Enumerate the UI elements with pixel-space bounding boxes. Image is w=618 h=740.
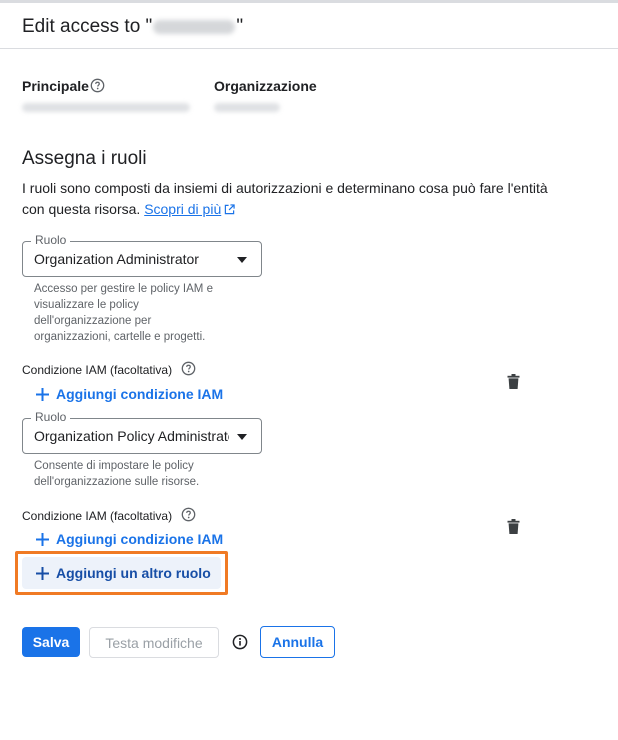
add-iam-condition-1-button[interactable]: Aggiungi condizione IAM	[36, 386, 223, 402]
learn-more-label: Scopri di più	[144, 201, 222, 217]
helper-line: visualizzare le policy	[34, 299, 139, 311]
add-condition-label: Aggiungi condizione IAM	[56, 531, 224, 547]
edit-access-dialog: Edit access to " " Principale Organizzazi…	[0, 0, 618, 740]
add-iam-condition-2-button[interactable]: Aggiungi condizione IAM	[36, 531, 223, 547]
plus-icon	[36, 566, 49, 580]
role-field-label: Ruolo	[31, 410, 71, 424]
add-role-label: Aggiungi un altro ruolo	[56, 565, 211, 581]
assign-roles-title: Assegna i ruoli	[22, 148, 147, 169]
helper-line: organizzazioni, cartelle e progetti.	[34, 331, 206, 343]
role-1-description: Accesso per gestire le policy IAM e visu…	[34, 281, 213, 345]
save-button[interactable]: Salva	[22, 627, 80, 657]
dropdown-arrow-icon	[237, 257, 247, 263]
helper-line: Consente di impostare le policy	[34, 460, 194, 472]
description-text: I ruoli sono composti da insiemi di auto…	[22, 180, 548, 217]
role-select-1[interactable]: Ruolo Organization Administrator	[22, 233, 262, 277]
redacted-organization-value	[214, 103, 280, 112]
help-circle-icon[interactable]	[181, 507, 196, 522]
dialog-title-suffix: "	[236, 16, 244, 37]
plus-icon	[36, 532, 49, 546]
role-2-description: Consente di impostare le policy dell'org…	[34, 458, 199, 490]
help-circle-icon[interactable]	[90, 78, 105, 93]
info-icon[interactable]	[232, 634, 248, 650]
organization-label: Organizzazione	[214, 78, 317, 94]
helper-line: dell'organizzazione per	[34, 315, 152, 327]
external-link-icon	[225, 204, 235, 215]
assign-roles-description: I ruoli sono composti da insiemi di auto…	[22, 178, 562, 220]
delete-role-2-trash-icon[interactable]	[507, 519, 520, 534]
add-another-role-button[interactable]: Aggiungi un altro ruolo	[22, 557, 221, 589]
help-circle-icon[interactable]	[181, 361, 196, 376]
delete-role-1-trash-icon[interactable]	[507, 374, 520, 389]
principal-label: Principale	[22, 78, 89, 94]
redacted-principal-value	[22, 103, 190, 112]
iam-condition-label: Condizione IAM (facoltativa)	[22, 509, 173, 523]
redacted-resource-name	[153, 19, 236, 34]
role-value: Organization Policy Administrator	[34, 428, 229, 444]
role-select-2[interactable]: Ruolo Organization Policy Administrator	[22, 410, 262, 454]
dialog-title-prefix: Edit access to "	[22, 16, 153, 37]
role-field-label: Ruolo	[31, 233, 71, 247]
helper-line: dell'organizzazione sulle risorse.	[34, 476, 200, 488]
dropdown-arrow-icon	[237, 434, 247, 440]
helper-line: Accesso per gestire le policy IAM e	[34, 283, 213, 295]
iam-condition-label: Condizione IAM (facoltativa)	[22, 363, 173, 377]
learn-more-link[interactable]: Scopri di più	[144, 201, 235, 217]
plus-icon	[36, 387, 49, 401]
test-changes-button[interactable]: Testa modifiche	[89, 627, 219, 658]
add-condition-label: Aggiungi condizione IAM	[56, 386, 224, 402]
cancel-button[interactable]: Annulla	[260, 626, 335, 658]
dialog-header: Edit access to " "	[0, 3, 618, 49]
role-value: Organization Administrator	[34, 251, 199, 267]
dialog-title: Edit access to " "	[22, 16, 243, 38]
